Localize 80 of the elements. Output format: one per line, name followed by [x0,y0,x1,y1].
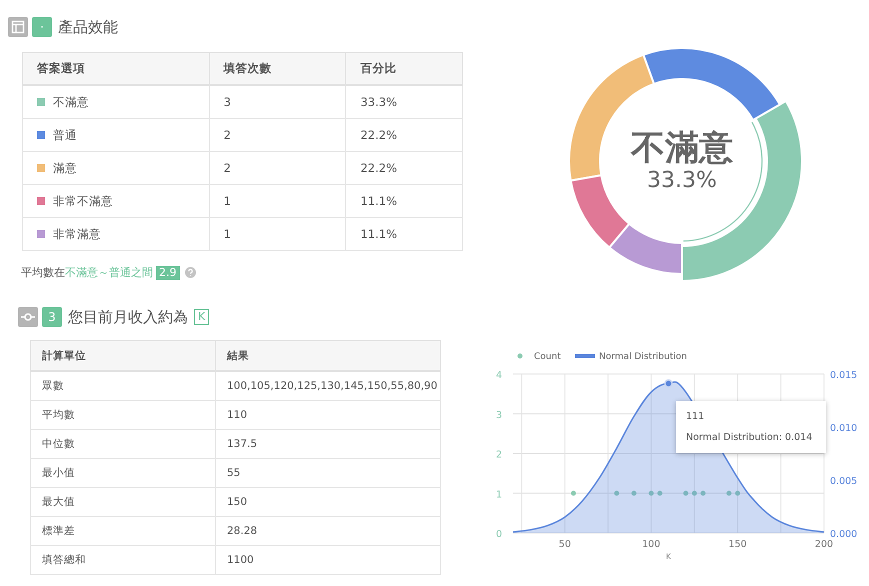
data-point [735,490,740,496]
column-header: 答案選項 [22,52,210,85]
axis-tick-label: 0 [496,529,502,540]
axis-tick-label: 0.010 [830,423,858,434]
axis-tick-label: 200 [814,539,834,550]
table-cell: 1 [209,218,346,250]
slider-icon [18,307,38,327]
table-cell: 2 [209,152,346,184]
axis-tick-label: 4 [496,370,502,381]
table-cell: 110 [216,400,440,430]
option-label: 不滿意 [53,94,89,108]
table-cell: 33.3% [346,85,462,118]
axis-tick-label: 3 [496,410,502,421]
table-cell: 1100 [216,546,440,574]
unit-tag: K [194,309,210,325]
column-header: 填答次數 [209,52,346,85]
table-cell: 11.1% [346,184,462,218]
axis-tick-label: 2 [496,450,502,460]
average-label: 平均數在 [21,265,65,280]
axis-tick-label: 100 [642,539,660,550]
table-icon [8,17,28,37]
table-cell: 最大值 [30,488,216,516]
data-point [657,490,662,496]
axis-tick-label: 0.000 [830,529,858,540]
table-cell: 22.2% [346,152,462,184]
donut-center-value: 33.3% [647,168,717,194]
column-header: 計算單位 [30,340,216,371]
table-cell: 填答總和 [30,546,216,574]
legend-marker [575,354,595,358]
data-point [631,490,636,496]
table-cell: 1 [209,184,346,218]
data-point [726,490,732,496]
option-label: 非常不滿意 [53,194,113,208]
axis-tick-label: 150 [728,539,747,550]
table-cell: 55 [216,458,440,488]
table-cell: 150 [216,488,440,516]
table-cell: 22.2% [346,118,462,152]
table-cell: 平均數 [30,400,216,430]
question-number-badge: · [32,17,52,37]
table-cell: 中位數 [30,430,216,458]
column-header: 百分比 [346,52,462,85]
average-range: 不滿意～普通之間 [65,265,153,280]
table-cell: 眾數 [30,371,216,400]
legend-marker [518,354,522,358]
table-cell: 11.1% [346,218,462,250]
data-point [570,490,576,496]
data-point [683,490,688,496]
option-label: 滿意 [53,160,77,174]
table-cell: 標準差 [30,516,216,546]
axis-tick-label: 0.005 [830,476,858,487]
data-point [692,490,697,496]
legend-label[interactable]: Count [534,352,561,362]
data-point [614,490,620,496]
table-cell: 2 [209,118,346,152]
table-cell: 28.28 [216,516,440,546]
table-cell: 3 [209,85,346,118]
data-point [648,490,654,496]
axis-tick-label: 0.015 [830,370,858,381]
option-label: 普通 [53,128,77,142]
tooltip-title: 111 [686,411,706,422]
axis-tick-label: 1 [496,489,502,500]
average-badge: 2.9 [156,266,180,280]
tooltip-text: Normal Distribution: 0.014 [686,432,814,443]
donut-center-label: 不滿意 [631,128,733,168]
donut-slice[interactable] [642,47,781,121]
table-cell: 最小值 [30,458,216,488]
question-title: 產品效能 [58,18,118,36]
table-cell: 100,105,120,125,130,145,150,55,80,90 [216,371,440,400]
donut-slice[interactable] [570,174,630,249]
help-icon[interactable] [184,267,196,278]
table-cell: 137.5 [216,430,440,458]
question-number-badge: 3 [42,307,62,327]
column-header: 結果 [216,340,440,371]
legend-label[interactable]: Normal Distribution [599,352,687,362]
data-point [700,490,706,496]
donut-slice[interactable] [608,222,683,275]
axis-tick-label: 50 [558,539,571,550]
hover-point[interactable] [664,379,673,388]
option-label: 非常滿意 [53,226,101,240]
question-title: 您目前月收入約為 [68,308,188,326]
